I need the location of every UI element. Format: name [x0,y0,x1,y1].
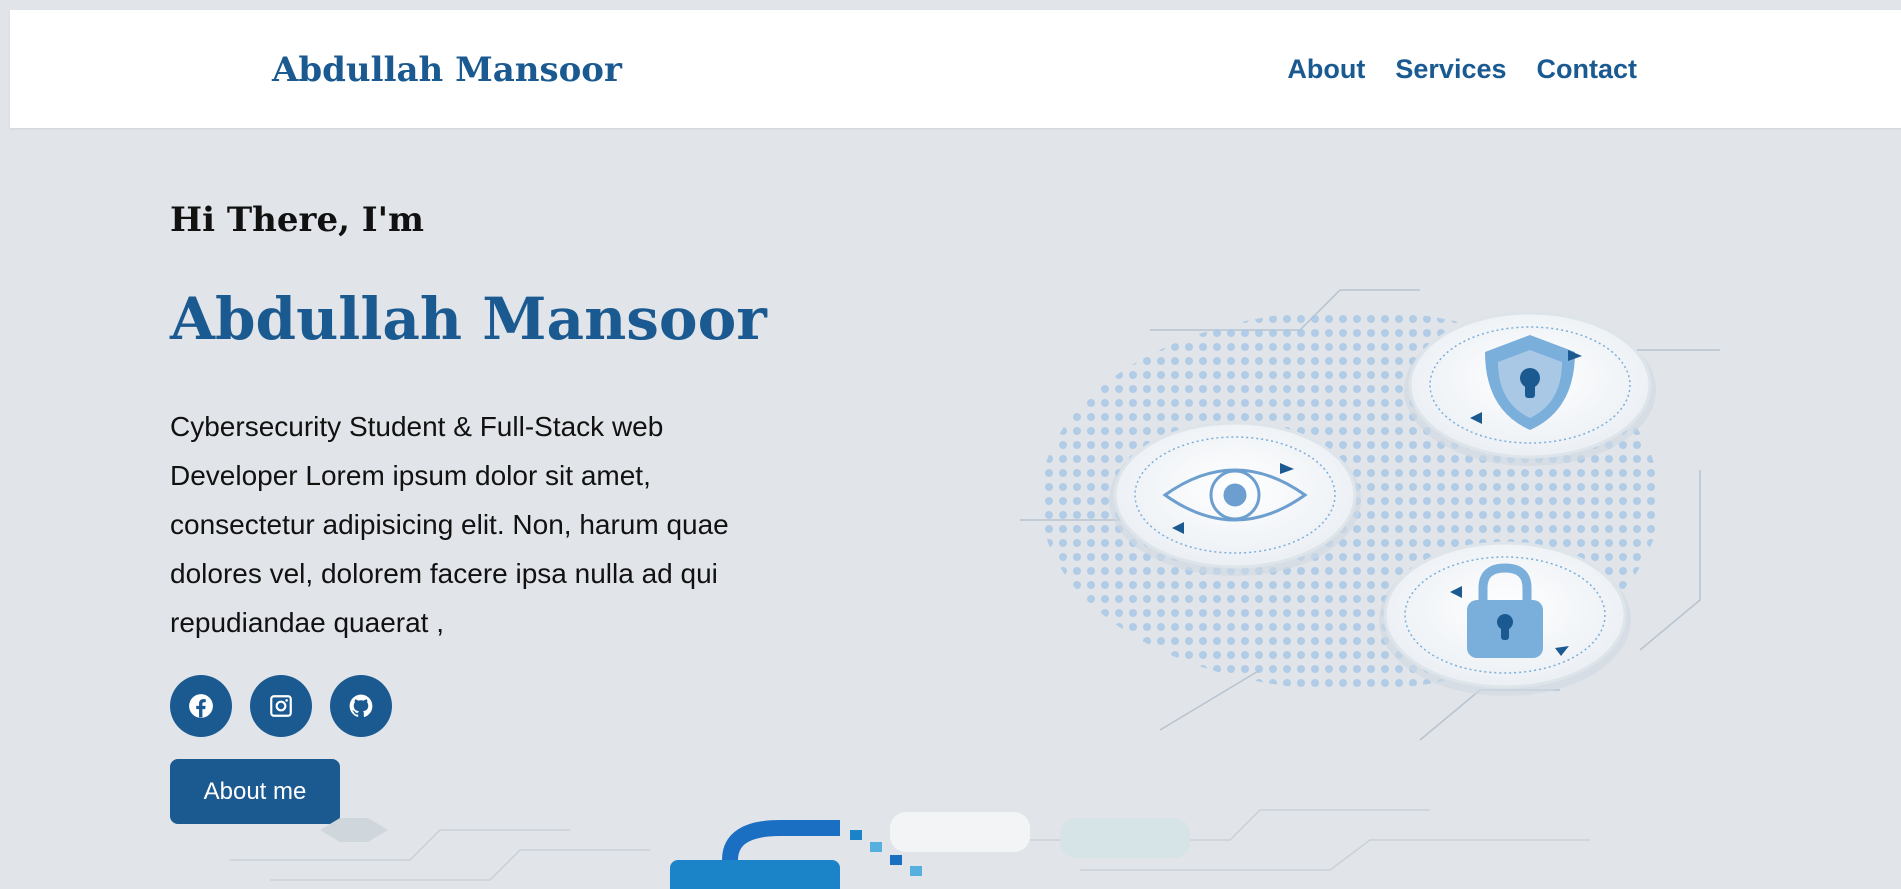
hero-greeting: Hi There, I'm [170,200,425,240]
github-icon [349,694,373,717]
hero-name: Abdullah Mansoor [170,285,767,353]
site-logo[interactable]: Abdullah Mansoor [272,50,622,90]
instagram-button[interactable] [250,675,312,737]
navbar: Abdullah Mansoor About Services Contact [10,10,1901,128]
github-button[interactable] [330,675,392,737]
nav-link-about[interactable]: About [1287,54,1365,85]
circuit-lock-illustration [230,809,1590,889]
instagram-icon [270,695,292,717]
hero-description: Cybersecurity Student & Full-Stack web D… [170,411,729,638]
facebook-button[interactable] [170,675,232,737]
facebook-icon [189,694,213,718]
nav-link-contact[interactable]: Contact [1537,54,1638,85]
eye-badge [1109,421,1361,576]
nav-link-services[interactable]: Services [1395,54,1506,85]
social-links [170,675,392,737]
main-nav: About Services Contact [1287,54,1637,85]
lock-badge [1379,541,1631,696]
shield-badge [1404,311,1656,466]
cybersecurity-illustration [1020,289,1720,741]
